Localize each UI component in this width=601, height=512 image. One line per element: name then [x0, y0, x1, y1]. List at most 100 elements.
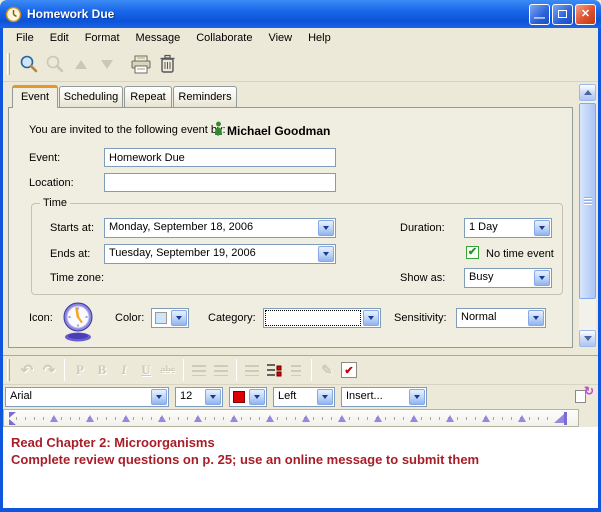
- chevron-down-icon[interactable]: [534, 220, 550, 236]
- menu-bar: File Edit Format Message Collaborate Vie…: [3, 28, 598, 47]
- menu-view[interactable]: View: [260, 30, 300, 46]
- left-margin-marker[interactable]: [9, 419, 16, 425]
- chevron-down-icon[interactable]: [151, 389, 167, 405]
- category-select[interactable]: [263, 308, 381, 328]
- event-workspace: Event Scheduling Repeat Reminders You ar…: [3, 82, 598, 355]
- move-down-icon[interactable]: [94, 51, 120, 77]
- scrollbar-thumb[interactable]: [579, 103, 596, 299]
- find-next-icon[interactable]: [42, 51, 68, 77]
- duration-label: Duration:: [400, 222, 445, 234]
- left-indent-marker[interactable]: [9, 412, 16, 418]
- starts-at-select[interactable]: Monday, September 18, 2006: [104, 218, 336, 238]
- bold-icon[interactable]: B: [91, 359, 113, 381]
- font-color-select[interactable]: [229, 387, 267, 407]
- chevron-down-icon[interactable]: [317, 389, 333, 405]
- font-family-select[interactable]: Arial: [5, 387, 169, 407]
- tab-repeat-label: Repeat: [130, 91, 165, 103]
- bullet-list-icon[interactable]: [241, 359, 263, 381]
- chevron-down-icon[interactable]: [205, 389, 221, 405]
- category-value: [266, 311, 360, 325]
- italic-icon[interactable]: I: [113, 359, 135, 381]
- alarm-clock-icon: [61, 300, 95, 342]
- tab-event-label: Event: [21, 91, 49, 103]
- chevron-down-icon[interactable]: [249, 389, 265, 405]
- sensitivity-value: Normal: [457, 309, 527, 327]
- underline-icon[interactable]: U: [135, 359, 157, 381]
- font-family-value: Arial: [6, 388, 150, 406]
- body-line: Complete review questions on p. 25; use …: [3, 451, 598, 468]
- toolbar-grip[interactable]: [7, 359, 10, 381]
- event-input[interactable]: [104, 148, 336, 167]
- chevron-down-icon[interactable]: [171, 310, 187, 326]
- alignment-select[interactable]: Left: [273, 387, 335, 407]
- close-button[interactable]: ✕: [575, 4, 596, 25]
- indent-icon[interactable]: [210, 359, 232, 381]
- chevron-down-icon[interactable]: [318, 220, 334, 236]
- right-margin-marker[interactable]: [564, 412, 567, 425]
- time-group: Time Starts at: Monday, September 18, 20…: [31, 203, 563, 295]
- menu-format[interactable]: Format: [77, 30, 128, 46]
- chevron-down-icon[interactable]: [318, 246, 334, 262]
- font-color-swatch: [233, 391, 245, 403]
- font-toolbar: Arial 12 Left Insert... ↻: [3, 385, 598, 409]
- ends-at-value: Tuesday, September 19, 2006: [105, 245, 317, 263]
- body-line: Read Chapter 2: Microorganisms: [3, 427, 598, 451]
- redo-icon[interactable]: ↷: [38, 359, 60, 381]
- minimize-button[interactable]: —: [529, 4, 550, 25]
- chevron-down-icon[interactable]: [534, 270, 550, 286]
- tab-scheduling-label: Scheduling: [64, 91, 118, 103]
- location-label: Location:: [29, 177, 74, 189]
- duration-select[interactable]: 1 Day: [464, 218, 552, 238]
- menu-file[interactable]: File: [8, 30, 42, 46]
- maximize-button[interactable]: [552, 4, 573, 25]
- separator: [236, 359, 237, 381]
- font-size-select[interactable]: 12: [175, 387, 223, 407]
- vertical-scrollbar[interactable]: [579, 84, 596, 347]
- separator: [311, 359, 312, 381]
- delete-icon[interactable]: [154, 51, 180, 77]
- scroll-down-icon[interactable]: [579, 330, 596, 347]
- insert-object-icon[interactable]: ↻: [574, 387, 592, 405]
- show-as-select[interactable]: Busy: [464, 268, 552, 288]
- chevron-down-icon[interactable]: [409, 389, 425, 405]
- menu-edit[interactable]: Edit: [42, 30, 77, 46]
- field-list-icon[interactable]: [263, 359, 285, 381]
- message-body-editor[interactable]: Read Chapter 2: Microorganisms Complete …: [3, 427, 598, 508]
- no-time-event-checkbox[interactable]: ✔: [466, 246, 479, 259]
- tab-repeat[interactable]: Repeat: [124, 86, 172, 107]
- sensitivity-select[interactable]: Normal: [456, 308, 546, 328]
- outdent-icon[interactable]: [188, 359, 210, 381]
- find-icon[interactable]: [16, 51, 42, 77]
- window-title: Homework Due: [27, 7, 527, 21]
- toolbar-grip[interactable]: [7, 53, 10, 75]
- tab-scheduling[interactable]: Scheduling: [59, 86, 123, 107]
- scroll-up-icon[interactable]: [579, 84, 596, 101]
- format-painter-icon[interactable]: [285, 359, 307, 381]
- insert-select[interactable]: Insert...: [341, 387, 427, 407]
- tab-event[interactable]: Event: [12, 85, 58, 108]
- right-indent-marker[interactable]: [554, 414, 564, 423]
- paragraph-style-icon[interactable]: P: [69, 359, 91, 381]
- strikethrough-icon[interactable]: abc: [157, 359, 179, 381]
- print-icon[interactable]: [128, 51, 154, 77]
- tab-reminders[interactable]: Reminders: [173, 86, 237, 107]
- location-input[interactable]: [104, 173, 336, 192]
- signature-pen-icon[interactable]: ✎: [316, 359, 338, 381]
- duration-value: 1 Day: [465, 219, 533, 237]
- spell-check-icon[interactable]: ✔: [338, 359, 360, 381]
- chevron-down-icon[interactable]: [363, 310, 379, 326]
- menu-message[interactable]: Message: [128, 30, 189, 46]
- event-tab-panel: You are invited to the following event b…: [8, 107, 573, 348]
- move-up-icon[interactable]: [68, 51, 94, 77]
- icon-label: Icon:: [29, 312, 53, 324]
- undo-icon[interactable]: ↶: [16, 359, 38, 381]
- color-select[interactable]: [151, 308, 189, 328]
- show-as-label: Show as:: [400, 272, 445, 284]
- ends-at-select[interactable]: Tuesday, September 19, 2006: [104, 244, 336, 264]
- title-bar[interactable]: Homework Due — ✕: [0, 0, 601, 28]
- window-clock-icon[interactable]: [5, 6, 22, 23]
- chevron-down-icon[interactable]: [528, 310, 544, 326]
- event-label: Event:: [29, 152, 60, 164]
- menu-help[interactable]: Help: [300, 30, 339, 46]
- menu-collaborate[interactable]: Collaborate: [188, 30, 260, 46]
